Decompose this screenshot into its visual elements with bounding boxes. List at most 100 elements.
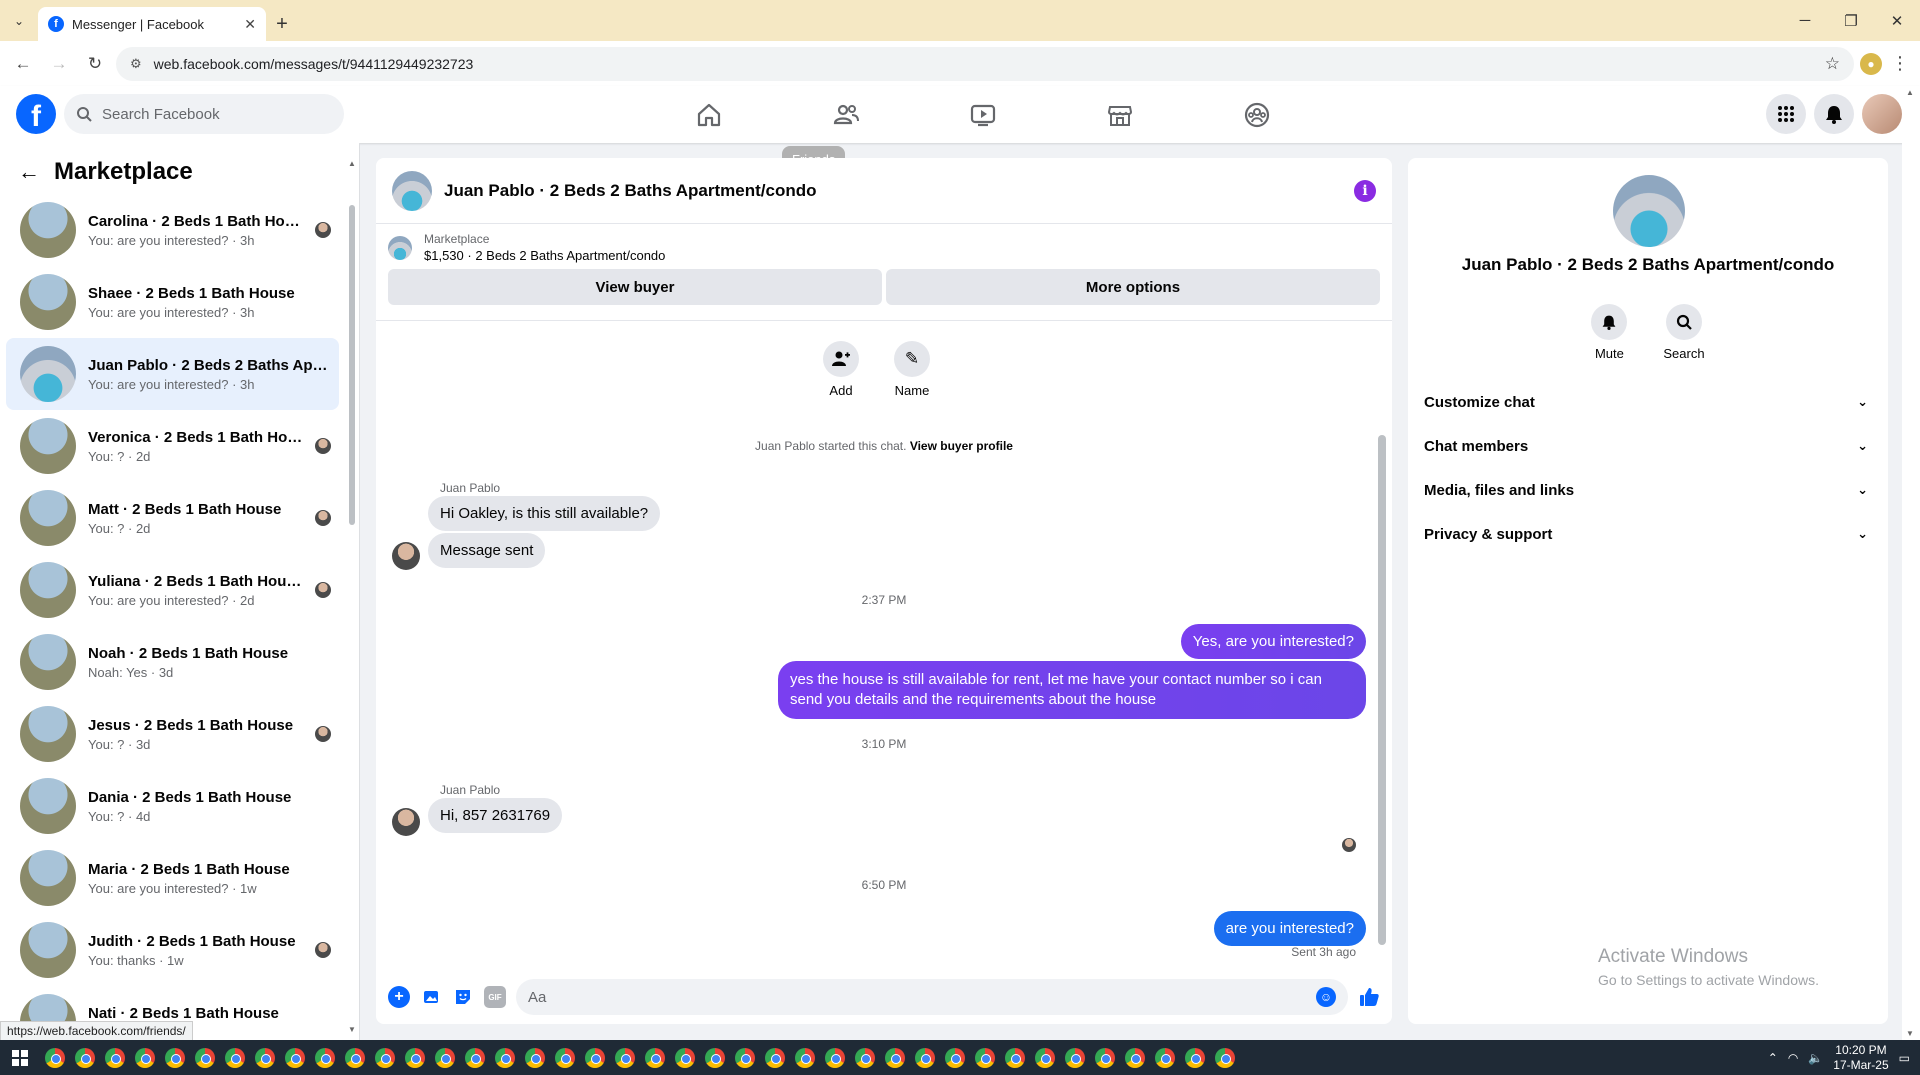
sender-avatar[interactable] xyxy=(392,808,420,836)
taskbar-app-icon[interactable] xyxy=(370,1040,400,1075)
emoji-icon[interactable]: ☺ xyxy=(1316,987,1336,1007)
scroll-down-arrow-icon[interactable]: ▼ xyxy=(348,1025,356,1034)
conversation-item[interactable]: Veronica · 2 Beds 1 Bath House You: ? · 2… xyxy=(6,410,339,482)
nav-marketplace[interactable] xyxy=(1051,86,1188,143)
scroll-up-arrow-icon[interactable]: ▲ xyxy=(348,159,356,168)
taskbar-app-icon[interactable] xyxy=(580,1040,610,1075)
facebook-logo-icon[interactable]: f xyxy=(16,94,56,134)
message-input[interactable]: Aa ☺ xyxy=(516,979,1348,1015)
add-people-action[interactable]: Add xyxy=(823,341,859,398)
taskbar-app-icon[interactable] xyxy=(460,1040,490,1075)
taskbar-app-icon[interactable] xyxy=(1150,1040,1180,1075)
url-omnibox[interactable]: ⚙ web.facebook.com/messages/t/9441129449… xyxy=(116,46,1854,81)
browser-tab[interactable]: f Messenger | Facebook ✕ xyxy=(38,7,266,41)
close-tab-icon[interactable]: ✕ xyxy=(244,16,256,33)
notification-center-icon[interactable]: ▭ xyxy=(1899,1051,1910,1065)
taskbar-app-icon[interactable] xyxy=(430,1040,460,1075)
details-menu-item[interactable]: Chat members ⌄ xyxy=(1424,424,1872,468)
taskbar-app-icon[interactable] xyxy=(610,1040,640,1075)
taskbar-app-icon[interactable] xyxy=(340,1040,370,1075)
sender-avatar[interactable] xyxy=(392,542,420,570)
browser-profile-icon[interactable]: ● xyxy=(1860,52,1882,75)
taskbar-app-icon[interactable] xyxy=(1120,1040,1150,1075)
incoming-message[interactable]: Message sent xyxy=(428,533,546,568)
taskbar-app-icon[interactable] xyxy=(790,1040,820,1075)
page-scrollbar[interactable]: ▲ ▼ xyxy=(1902,86,1920,1040)
more-options-button[interactable]: More options xyxy=(886,269,1380,305)
taskbar-app-icon[interactable] xyxy=(1030,1040,1060,1075)
incoming-message[interactable]: Hi, 857 2631769 xyxy=(428,798,563,833)
page-scroll-down-icon[interactable]: ▼ xyxy=(1906,1029,1914,1038)
taskbar-app-icon[interactable] xyxy=(1060,1040,1090,1075)
nav-home[interactable] xyxy=(640,86,777,143)
new-tab-button[interactable]: + xyxy=(266,7,298,41)
listing-price[interactable]: $1,530 · 2 Beds 2 Baths Apartment/condo xyxy=(424,248,665,263)
account-avatar[interactable] xyxy=(1862,94,1902,134)
conversation-scrollbar[interactable]: ▲ ▼ xyxy=(348,159,356,1034)
taskbar-app-icon[interactable] xyxy=(760,1040,790,1075)
chat-avatar[interactable] xyxy=(392,170,432,211)
outgoing-message[interactable]: yes the house is still available for ren… xyxy=(778,661,1366,719)
nav-groups[interactable] xyxy=(1188,86,1325,143)
taskbar-app-icon[interactable] xyxy=(40,1040,70,1075)
taskbar-app-icon[interactable] xyxy=(130,1040,160,1075)
taskbar-app-icon[interactable] xyxy=(100,1040,130,1075)
tray-chevron-icon[interactable]: ⌃ xyxy=(1768,1051,1778,1065)
view-buyer-button[interactable]: View buyer xyxy=(388,269,882,305)
plus-icon[interactable]: + xyxy=(388,986,410,1008)
start-button[interactable] xyxy=(0,1049,40,1066)
taskbar-app-icon[interactable] xyxy=(970,1040,1000,1075)
taskbar-app-icon[interactable] xyxy=(640,1040,670,1075)
taskbar-app-icon[interactable] xyxy=(280,1040,310,1075)
taskbar-app-icon[interactable] xyxy=(1180,1040,1210,1075)
details-avatar[interactable] xyxy=(1613,175,1685,247)
details-menu-item[interactable]: Privacy & support ⌄ xyxy=(1424,512,1872,556)
facebook-search-input[interactable]: Search Facebook xyxy=(64,94,344,134)
conversation-item[interactable]: Juan Pablo · 2 Beds 2 Baths Apa... You: a… xyxy=(6,338,339,410)
tab-search-chevron-icon[interactable]: ⌄ xyxy=(0,0,38,41)
url-text[interactable]: web.facebook.com/messages/t/944112944923… xyxy=(154,56,1813,72)
outgoing-message[interactable]: are you interested? xyxy=(1213,911,1366,946)
close-window-button[interactable]: ✕ xyxy=(1874,0,1920,41)
taskbar-app-icon[interactable] xyxy=(190,1040,220,1075)
conversation-item[interactable]: Noah · 2 Beds 1 Bath House Noah: Yes · 3d xyxy=(6,626,339,698)
page-scroll-up-icon[interactable]: ▲ xyxy=(1906,88,1914,97)
gif-icon[interactable]: GIF xyxy=(484,986,506,1008)
taskbar-app-icon[interactable] xyxy=(250,1040,280,1075)
taskbar-app-icon[interactable] xyxy=(700,1040,730,1075)
taskbar-app-icon[interactable] xyxy=(910,1040,940,1075)
taskbar-app-icon[interactable] xyxy=(220,1040,250,1075)
info-icon[interactable]: i xyxy=(1354,179,1376,202)
taskbar-app-icon[interactable] xyxy=(400,1040,430,1075)
nav-friends[interactable] xyxy=(777,86,914,143)
taskbar-app-icon[interactable] xyxy=(880,1040,910,1075)
conversation-item[interactable]: Dania · 2 Beds 1 Bath House You: ? · 4d xyxy=(6,770,339,842)
sticker-icon[interactable] xyxy=(452,986,474,1008)
conversation-item[interactable]: Matt · 2 Beds 1 Bath House You: ? · 2d xyxy=(6,482,339,554)
thread-scroll-thumb[interactable] xyxy=(1378,435,1386,945)
taskbar-app-icon[interactable] xyxy=(820,1040,850,1075)
details-menu-item[interactable]: Customize chat ⌄ xyxy=(1424,380,1872,424)
taskbar-app-icon[interactable] xyxy=(1000,1040,1030,1075)
conversation-item[interactable]: Maria · 2 Beds 1 Bath House You: are you … xyxy=(6,842,339,914)
name-chat-action[interactable]: ✎ Name xyxy=(894,341,930,398)
taskbar-app-icon[interactable] xyxy=(850,1040,880,1075)
photo-icon[interactable] xyxy=(420,986,442,1008)
back-button[interactable]: ← xyxy=(8,49,38,79)
taskbar-app-icon[interactable] xyxy=(310,1040,340,1075)
taskbar-app-icon[interactable] xyxy=(730,1040,760,1075)
minimize-button[interactable]: ─ xyxy=(1782,0,1828,41)
restore-button[interactable]: ❐ xyxy=(1828,0,1874,41)
forward-button[interactable]: → xyxy=(44,49,74,79)
taskbar-app-icon[interactable] xyxy=(1090,1040,1120,1075)
back-arrow-icon[interactable]: ← xyxy=(18,159,40,185)
taskbar-app-icon[interactable] xyxy=(490,1040,520,1075)
volume-icon[interactable]: 🔈 xyxy=(1808,1051,1823,1065)
network-icon[interactable]: ◠ xyxy=(1788,1051,1798,1065)
incoming-message[interactable]: Hi Oakley, is this still available? xyxy=(428,496,661,531)
chat-title[interactable]: Juan Pablo · 2 Beds 2 Baths Apartment/co… xyxy=(444,181,1342,201)
site-info-icon[interactable]: ⚙ xyxy=(130,56,142,72)
taskbar-app-icon[interactable] xyxy=(70,1040,100,1075)
browser-menu-icon[interactable]: ⋮ xyxy=(1888,53,1912,74)
listing-thumbnail[interactable] xyxy=(388,235,412,260)
